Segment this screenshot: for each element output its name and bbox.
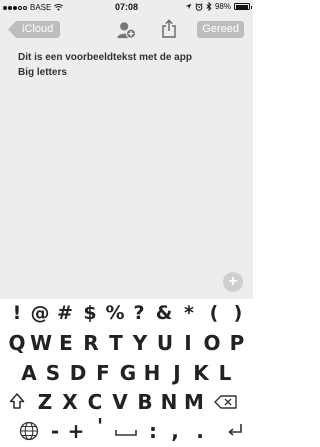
battery-percent: 98% <box>214 2 231 11</box>
key-p[interactable]: P <box>226 331 248 355</box>
key-v[interactable]: V <box>109 390 131 414</box>
bluetooth-icon <box>206 2 212 11</box>
key-h[interactable]: H <box>141 361 163 385</box>
nav-bar: iCloud Gereed <box>0 14 253 46</box>
battery-icon <box>234 3 252 10</box>
key-u[interactable]: U <box>154 331 176 355</box>
key-ampersand[interactable]: & <box>153 301 175 325</box>
key-at[interactable]: @ <box>29 301 51 325</box>
add-attachment-button[interactable]: + <box>223 272 243 292</box>
key-plus[interactable]: + <box>65 419 87 443</box>
key-r[interactable]: R <box>80 331 102 355</box>
location-arrow-icon <box>185 3 192 10</box>
key-t[interactable]: T <box>105 331 127 355</box>
key-n[interactable]: N <box>158 390 180 414</box>
key-a[interactable]: A <box>18 361 40 385</box>
key-s[interactable]: S <box>42 361 64 385</box>
key-l[interactable]: L <box>214 361 236 385</box>
backspace-icon[interactable] <box>214 395 238 409</box>
key-y[interactable]: Y <box>129 331 151 355</box>
return-icon[interactable] <box>226 421 244 439</box>
status-right: 98% <box>185 2 252 11</box>
alarm-clock-icon <box>195 2 203 11</box>
share-icon[interactable] <box>160 19 178 39</box>
key-q[interactable]: Q <box>6 331 28 355</box>
big-letters-keyboard: ! @ # $ % ? & * ( ) Q W E R T Y U I O P … <box>0 299 253 447</box>
globe-icon[interactable] <box>19 421 39 441</box>
key-j[interactable]: J <box>166 361 188 385</box>
key-comma[interactable]: , <box>164 419 186 443</box>
note-text-line-1: Dit is een voorbeeldtekst met de app <box>18 52 192 63</box>
battery-level <box>235 4 249 9</box>
done-button[interactable]: Gereed <box>197 21 244 38</box>
key-exclamation[interactable]: ! <box>6 301 28 325</box>
key-e[interactable]: E <box>55 331 77 355</box>
note-text-line-2: Big letters <box>18 67 67 78</box>
key-apostrophe[interactable]: ' <box>89 414 111 438</box>
shift-icon[interactable] <box>9 392 25 410</box>
key-f[interactable]: F <box>92 361 114 385</box>
back-button[interactable]: iCloud <box>8 21 61 38</box>
notes-screen: BASE 07:08 98% iCloud Gereed Dit is een … <box>0 0 253 447</box>
key-minus[interactable]: - <box>44 419 66 443</box>
key-dollar[interactable]: $ <box>79 301 101 325</box>
key-o[interactable]: O <box>201 331 223 355</box>
key-k[interactable]: K <box>190 361 212 385</box>
key-x[interactable]: X <box>59 390 81 414</box>
key-i[interactable]: I <box>177 331 199 355</box>
key-b[interactable]: B <box>134 390 156 414</box>
key-colon[interactable]: : <box>142 419 164 443</box>
key-period[interactable]: . <box>189 419 211 443</box>
key-close-paren[interactable]: ) <box>227 301 249 325</box>
key-d[interactable]: D <box>67 361 89 385</box>
key-asterisk[interactable]: * <box>178 301 200 325</box>
status-bar: BASE 07:08 98% <box>0 0 253 14</box>
key-c[interactable]: C <box>84 390 106 414</box>
space-key-icon[interactable] <box>114 429 138 437</box>
key-question[interactable]: ? <box>128 301 150 325</box>
key-percent[interactable]: % <box>104 301 126 325</box>
key-w[interactable]: W <box>30 331 52 355</box>
key-open-paren[interactable]: ( <box>203 301 225 325</box>
key-hash[interactable]: # <box>54 301 76 325</box>
key-g[interactable]: G <box>117 361 139 385</box>
note-editor[interactable]: Dit is een voorbeeldtekst met de app Big… <box>0 46 253 299</box>
key-z[interactable]: Z <box>34 390 56 414</box>
key-m[interactable]: M <box>183 390 205 414</box>
add-people-icon[interactable] <box>116 20 136 40</box>
